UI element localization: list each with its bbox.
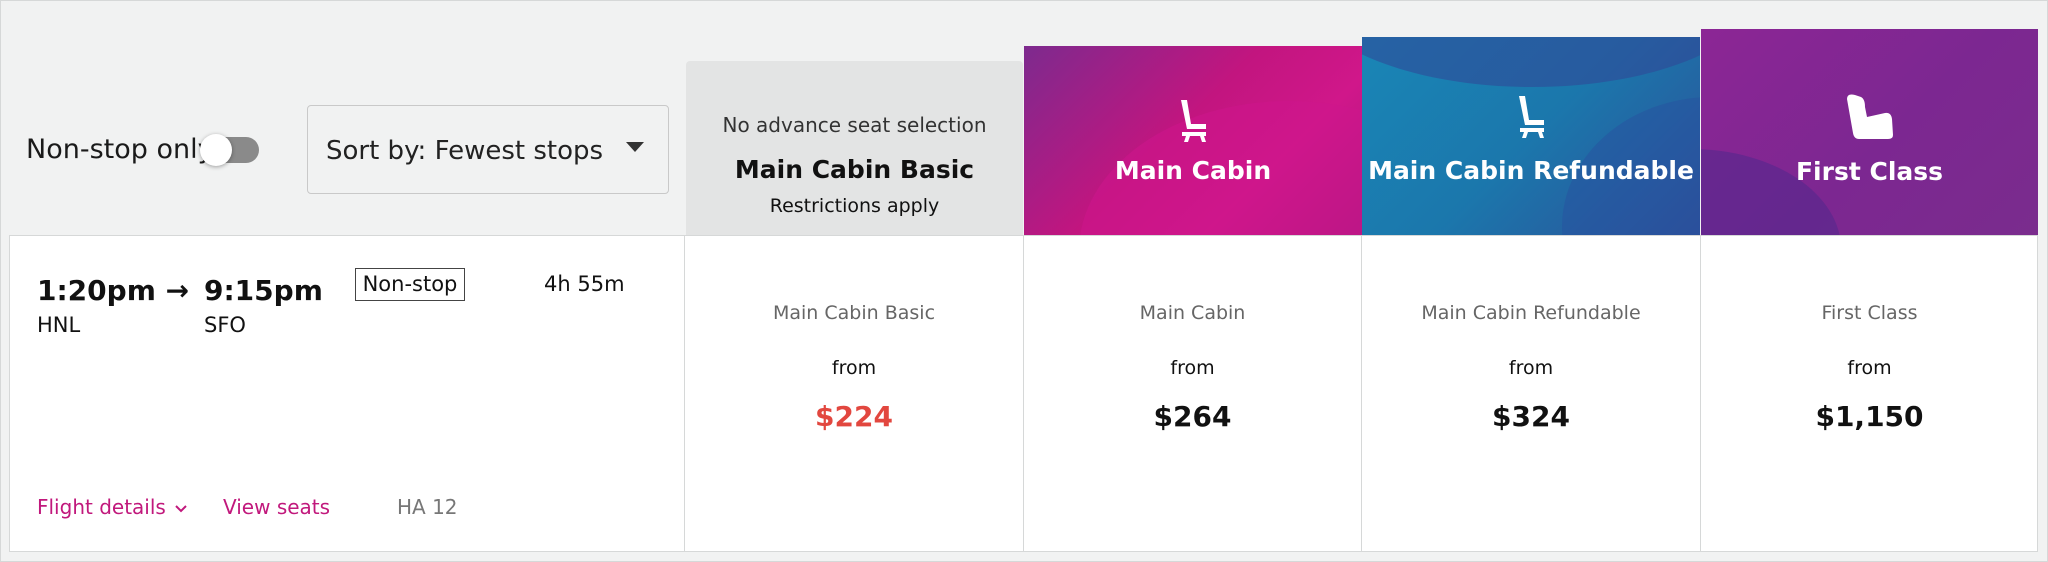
fare-price: $324 xyxy=(1492,400,1570,433)
cabin-header-title: Main Cabin xyxy=(1114,156,1272,185)
first-class-seat-icon xyxy=(1846,94,1893,139)
nonstop-only-label: Non-stop only xyxy=(26,134,214,165)
fare-price: $224 xyxy=(815,400,893,433)
fare-price: $1,150 xyxy=(1815,400,1924,433)
fare-option-main-cabin[interactable]: Main Cabin from $264 xyxy=(1024,235,1361,552)
sort-select-value: Sort by: Fewest stops xyxy=(326,136,604,166)
seat-icon xyxy=(1519,96,1544,138)
fare-from-label: from xyxy=(1170,357,1215,379)
fare-from-label: from xyxy=(1508,357,1554,379)
chevron-down-icon xyxy=(626,142,644,152)
cabin-header-main-cabin: Main Cabin xyxy=(1024,46,1362,236)
cabin-header-subtitle: No advance seat selection xyxy=(722,113,987,137)
fare-option-first-class[interactable]: First Class from $1,150 xyxy=(1701,235,2038,552)
seat-icon xyxy=(1181,100,1206,142)
cabin-header-title: Main Cabin Basic xyxy=(734,155,975,184)
fare-price: $264 xyxy=(1153,400,1232,433)
arrow-right-icon: → xyxy=(165,274,190,307)
destination-airport: SFO xyxy=(204,313,246,337)
fare-from-label: from xyxy=(1847,357,1892,379)
cabin-header-main-cabin-refundable: Main Cabin Refundable xyxy=(1362,37,1700,236)
sort-select[interactable]: Sort by: Fewest stops xyxy=(307,105,669,194)
fare-name: Main Cabin xyxy=(1139,302,1246,324)
flight-number: HA 12 xyxy=(397,495,458,519)
cabin-header-title: Main Cabin Refundable xyxy=(1368,156,1694,185)
origin-airport: HNL xyxy=(37,313,81,337)
flight-details-link[interactable]: Flight details xyxy=(37,495,188,519)
fare-name: Main Cabin Refundable xyxy=(1421,302,1641,324)
stops-badge: Non-stop xyxy=(355,268,465,301)
cabin-header-first-class: First Class xyxy=(1701,29,2038,236)
cabin-header-note: Restrictions apply xyxy=(769,195,940,217)
fare-option-main-cabin-refundable[interactable]: Main Cabin Refundable from $324 xyxy=(1362,235,1700,552)
cabin-header-title: First Class xyxy=(1795,157,1944,186)
header-decoration xyxy=(1362,37,1700,87)
flight-duration: 4h 55m xyxy=(544,272,625,296)
fare-option-main-cabin-basic[interactable]: Main Cabin Basic from $224 xyxy=(685,235,1023,552)
fare-name: First Class xyxy=(1821,302,1918,324)
nonstop-only-toggle[interactable] xyxy=(200,134,259,166)
view-seats-link[interactable]: View seats xyxy=(223,495,330,519)
departure-time: 1:20pm → xyxy=(37,274,190,307)
fare-name: Main Cabin Basic xyxy=(772,302,936,324)
cabin-header-main-cabin-basic: No advance seat selection Main Cabin Bas… xyxy=(686,61,1023,236)
arrival-time: 9:15pm xyxy=(204,274,323,307)
fare-from-label: from xyxy=(831,357,877,379)
flight-details-label: Flight details xyxy=(37,495,166,519)
chevron-down-icon xyxy=(175,505,187,513)
toggle-knob xyxy=(200,134,232,166)
